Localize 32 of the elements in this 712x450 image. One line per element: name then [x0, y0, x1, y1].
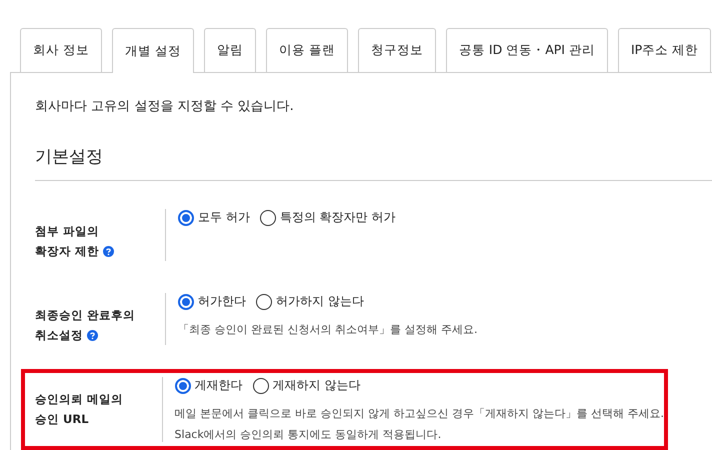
help-text: 메일 본문에서 클릭으로 바로 승인되지 않게 하고싶으신 경우「게재하지 않는다」를 선택해 주세요.	[174, 406, 664, 421]
radio-option[interactable]: 특정의 확장자만 허가	[260, 209, 396, 226]
setting-label: 최종승인 완료후의	[35, 307, 136, 324]
setting-label: 첨부 파일의	[35, 223, 100, 240]
radio-button[interactable]	[178, 294, 194, 310]
help-text: 「최종 승인이 완료된 신청서의 취소여부」를 설정해 주세요.	[178, 322, 478, 337]
tab[interactable]: 이용 플랜	[266, 28, 348, 72]
help-icon[interactable]	[87, 330, 98, 340]
tab[interactable]: 공통 ID 연동・API 관리	[446, 28, 608, 72]
radio-option[interactable]: 허가하지 않는다	[256, 293, 364, 310]
radio-button[interactable]	[174, 378, 191, 394]
section-title: 기본설정	[35, 145, 712, 181]
tab[interactable]: 알림	[204, 28, 256, 72]
help-icon[interactable]	[103, 246, 114, 256]
setting-label: 승인 URL	[35, 411, 89, 428]
setting-label: 취소설정	[35, 327, 83, 344]
radio-option[interactable]: 모두 허가	[178, 209, 250, 226]
radio-button[interactable]	[178, 210, 194, 226]
tab[interactable]: IP주소 제한	[618, 28, 712, 72]
radio-button[interactable]	[260, 210, 276, 226]
radio-option[interactable]: 게재하지 않는다	[252, 377, 360, 394]
radio-option[interactable]: 허가한다	[178, 293, 246, 310]
radio-button[interactable]	[252, 378, 269, 394]
tab[interactable]: 회사 정보	[20, 28, 102, 72]
setting-label: 확장자 제한	[35, 243, 100, 260]
description: 회사마다 고유의 설정을 지정할 수 있습니다.	[35, 98, 295, 115]
tab[interactable]: 청구정보	[358, 28, 436, 72]
tab[interactable]: 개별 설정	[112, 28, 194, 73]
setting-label: 승인의뢰 메일의	[35, 391, 124, 408]
radio-option[interactable]: 게재한다	[174, 377, 243, 394]
help-text: Slack에서의 승인의뢰 통지에도 동일하게 적용됩니다.	[174, 427, 442, 442]
radio-button[interactable]	[256, 294, 272, 310]
